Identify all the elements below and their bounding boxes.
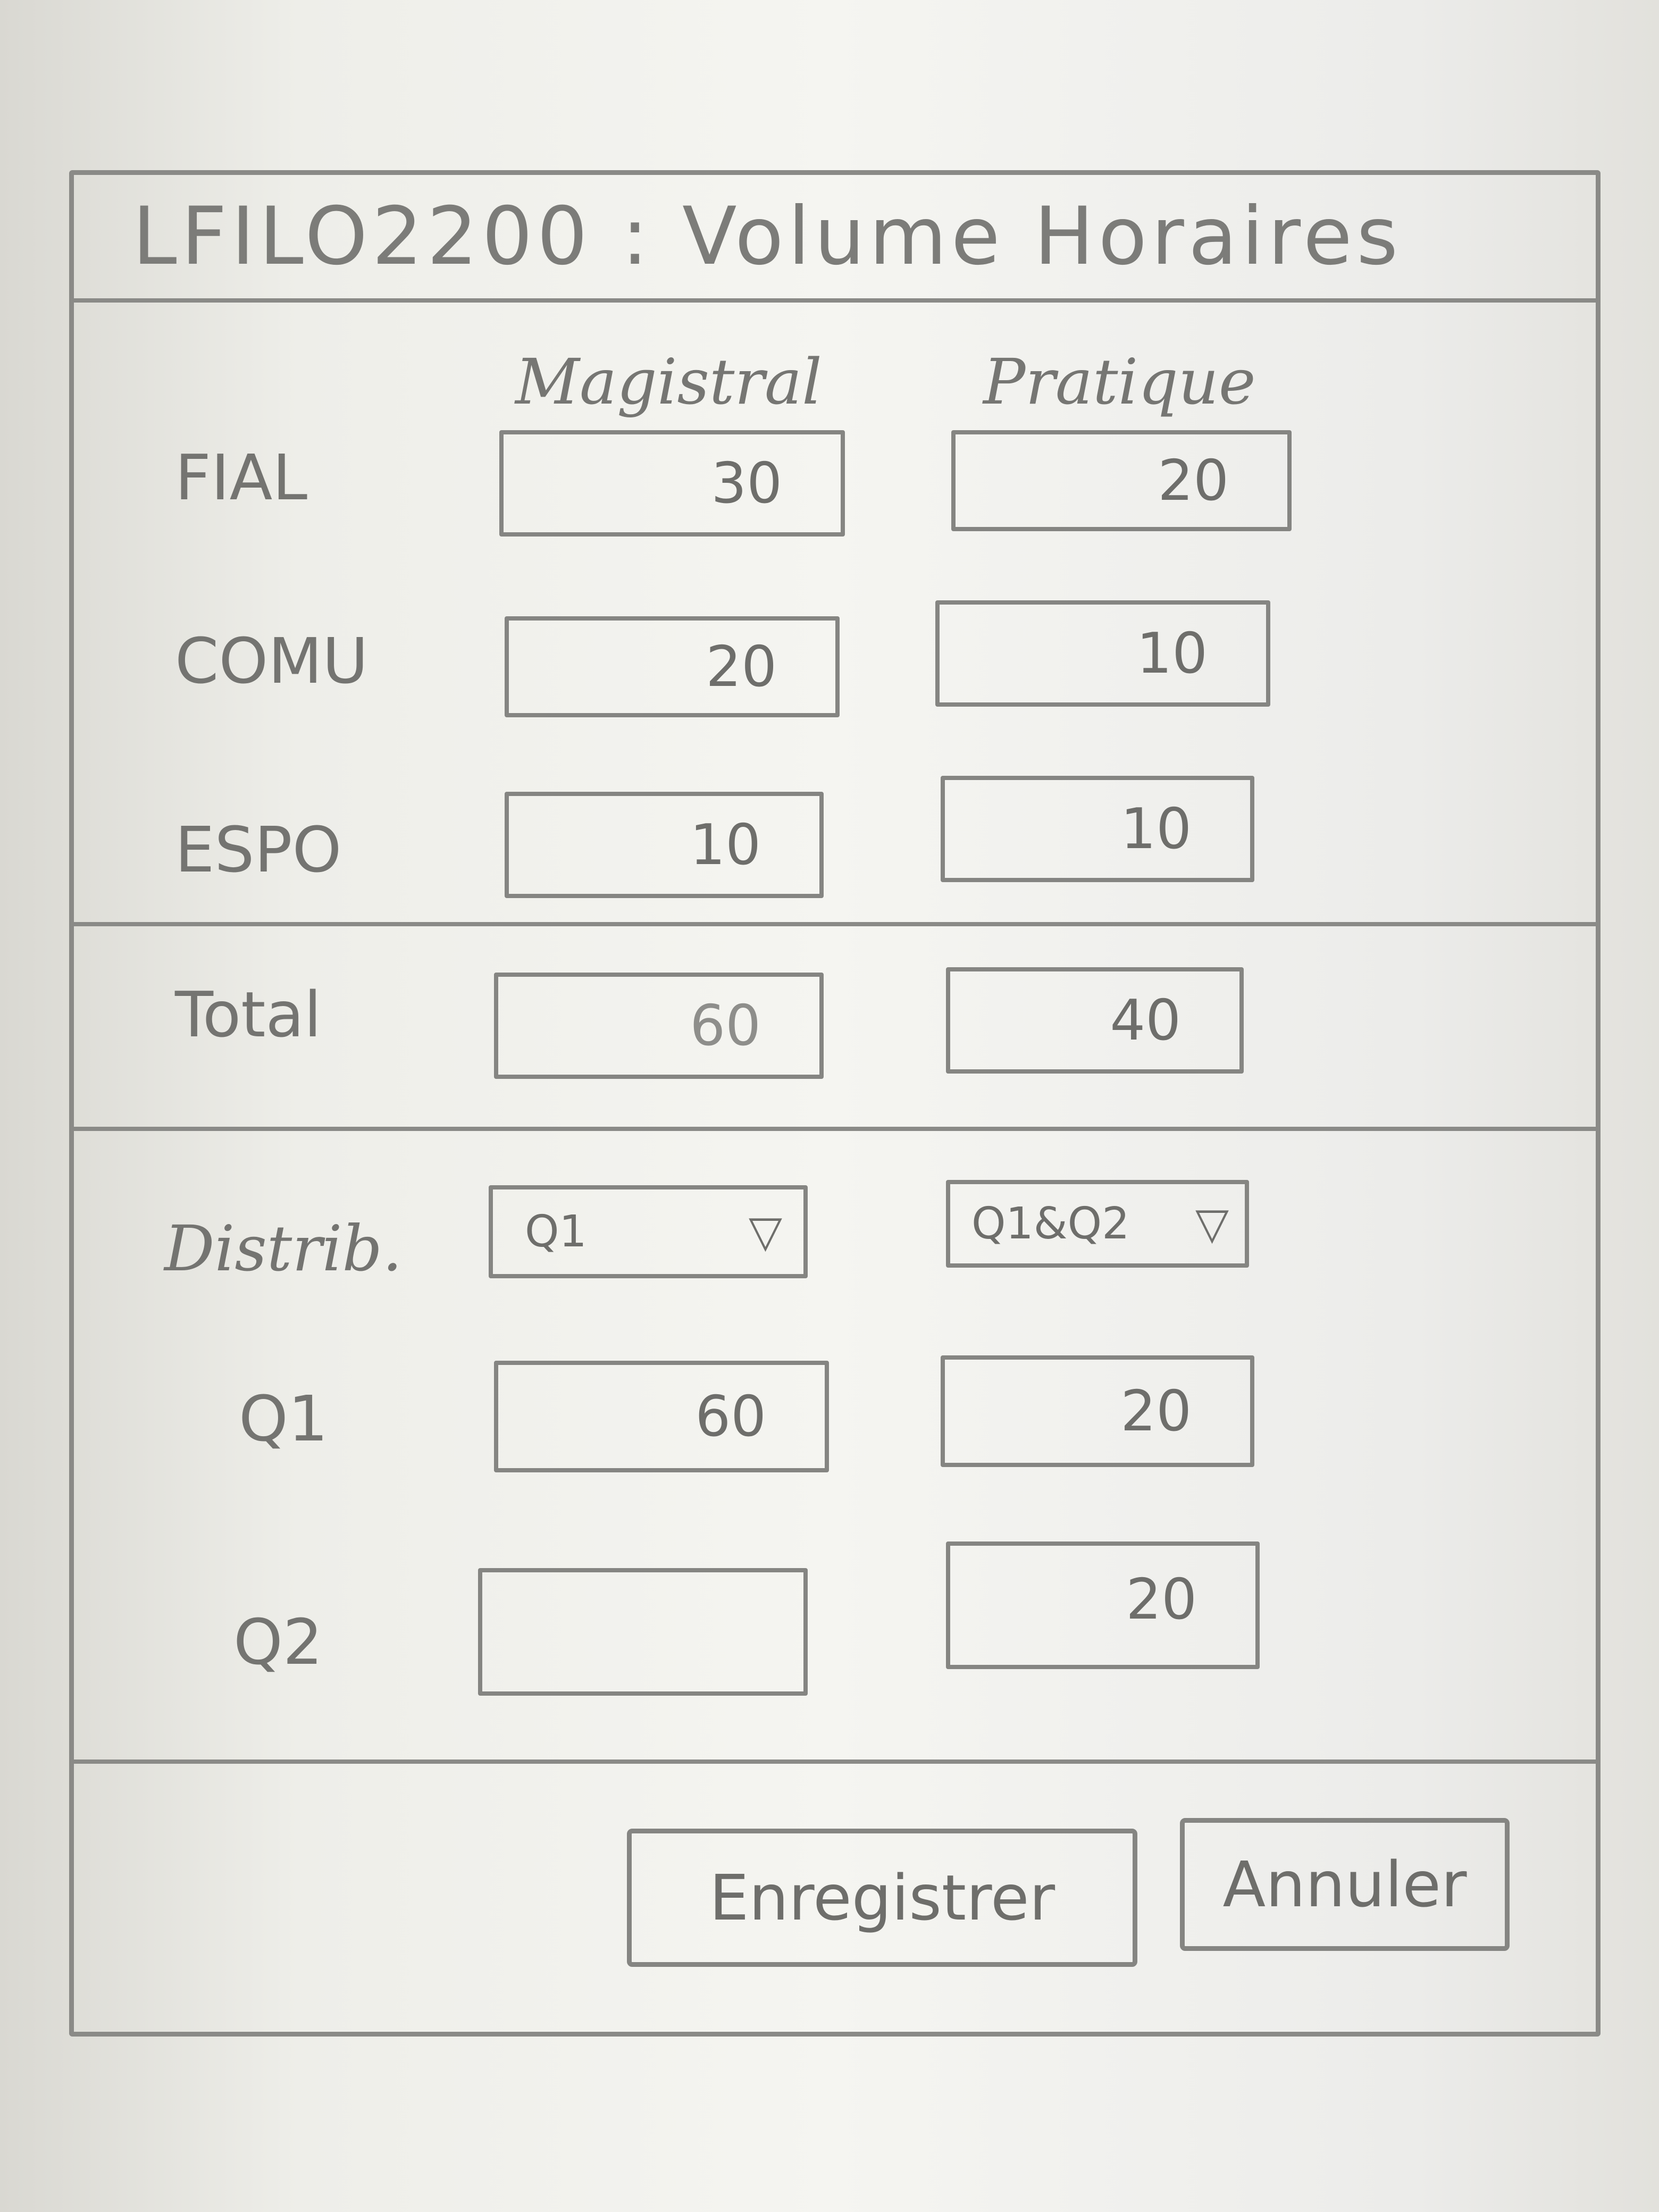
row-label-comu: COMU bbox=[175, 624, 368, 698]
title-bar: LFILO2200 : Volume Horaires bbox=[74, 175, 1596, 303]
q2-magistral-input[interactable] bbox=[478, 1568, 808, 1696]
total-pratique-value: 40 bbox=[946, 967, 1244, 1074]
window-title: LFILO2200 : Volume Horaires bbox=[132, 190, 1403, 283]
row-label-distribution: Distrib. bbox=[164, 1212, 403, 1285]
espo-magistral-input[interactable]: 10 bbox=[505, 792, 824, 898]
fial-magistral-input[interactable]: 30 bbox=[499, 430, 845, 537]
pratique-distribution-value: Q1&Q2 bbox=[971, 1199, 1130, 1249]
cancel-button[interactable]: Annuler bbox=[1180, 1818, 1510, 1951]
save-button[interactable]: Enregistrer bbox=[627, 1829, 1137, 1967]
dropdown-arrow-icon: ▽ bbox=[748, 1206, 782, 1257]
q1-pratique-input[interactable]: 20 bbox=[941, 1355, 1254, 1467]
column-header-magistral: Magistral bbox=[515, 345, 822, 418]
magistral-distribution-select[interactable]: Q1 ▽ bbox=[489, 1185, 808, 1278]
row-label-espo: ESPO bbox=[175, 813, 342, 886]
row-label-q2: Q2 bbox=[233, 1605, 323, 1679]
total-magistral-value: 60 bbox=[494, 973, 824, 1079]
comu-magistral-input[interactable]: 20 bbox=[505, 616, 840, 717]
divider-rows-total bbox=[74, 922, 1596, 926]
q2-pratique-input[interactable]: 20 bbox=[946, 1541, 1260, 1669]
q1-magistral-input[interactable]: 60 bbox=[494, 1361, 829, 1472]
row-label-total: Total bbox=[175, 978, 322, 1051]
volume-horaires-dialog: LFILO2200 : Volume Horaires Magistral Pr… bbox=[69, 170, 1601, 2037]
magistral-distribution-value: Q1 bbox=[525, 1206, 587, 1257]
espo-pratique-input[interactable]: 10 bbox=[941, 776, 1254, 882]
row-label-fial: FIAL bbox=[175, 441, 308, 514]
fial-pratique-input[interactable]: 20 bbox=[951, 430, 1292, 531]
row-label-q1: Q1 bbox=[239, 1382, 328, 1455]
divider-total-distribution bbox=[74, 1127, 1596, 1131]
dropdown-arrow-icon: ▽ bbox=[1195, 1199, 1229, 1249]
pratique-distribution-select[interactable]: Q1&Q2 ▽ bbox=[946, 1180, 1249, 1268]
divider-distribution-buttons bbox=[74, 1759, 1596, 1764]
column-header-pratique: Pratique bbox=[983, 345, 1256, 418]
comu-pratique-input[interactable]: 10 bbox=[935, 600, 1270, 707]
